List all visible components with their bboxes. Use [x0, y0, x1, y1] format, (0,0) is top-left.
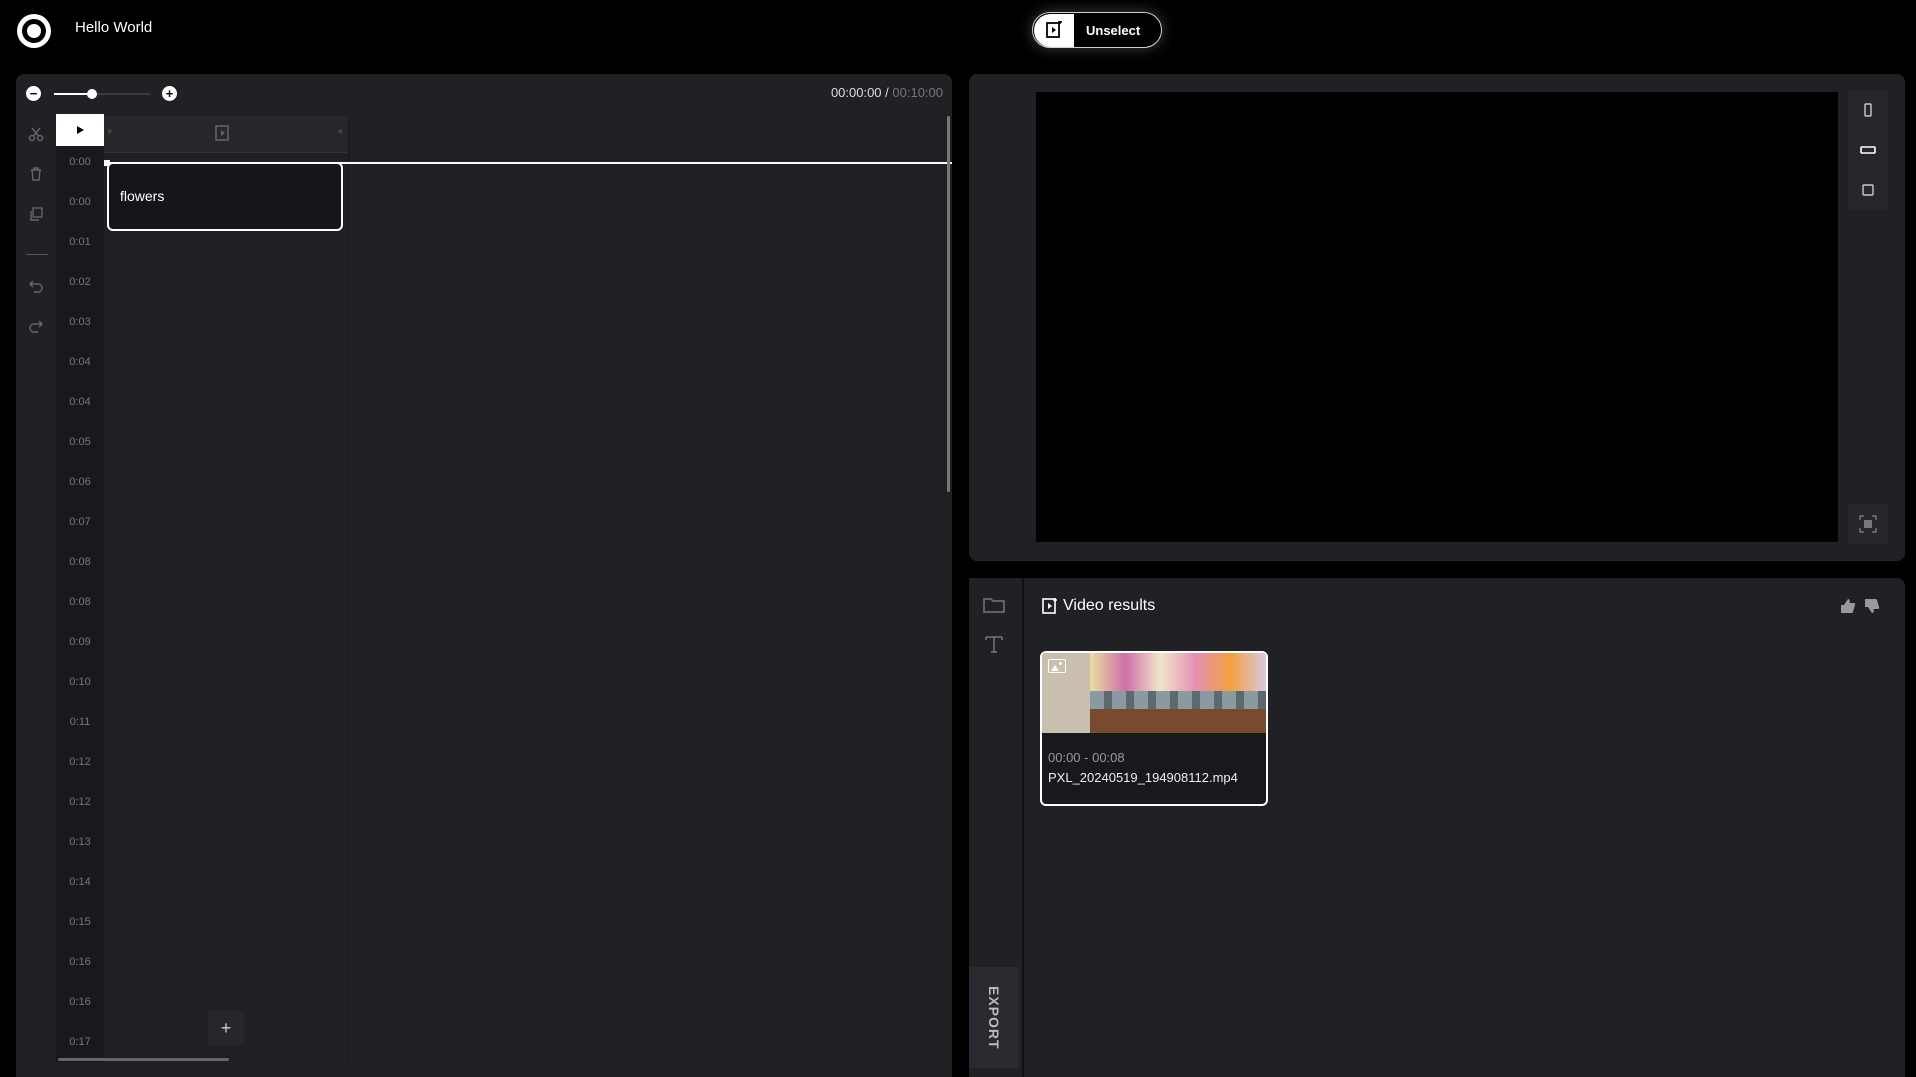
ruler-tick: 0:12 — [69, 756, 91, 768]
video-track-icon — [214, 124, 232, 147]
ruler-tick: 0:17 — [69, 1036, 91, 1048]
duplicate-icon[interactable] — [16, 194, 56, 234]
track-header: ▸ ◂ — [104, 116, 348, 153]
square-aspect-button[interactable] — [1848, 170, 1888, 210]
redo-icon[interactable] — [16, 306, 56, 346]
ruler-tick: 0:03 — [69, 316, 91, 328]
result-time-range: 00:00 - 00:08 — [1048, 750, 1125, 765]
trash-icon[interactable] — [16, 154, 56, 194]
folder-icon[interactable] — [983, 596, 1005, 619]
ruler-tick: 0:04 — [69, 396, 91, 408]
ruler-tick: 0:02 — [69, 276, 91, 288]
scissors-icon[interactable] — [16, 114, 56, 154]
portrait-aspect-button[interactable] — [1848, 90, 1888, 130]
ruler-tick: 0:04 — [69, 356, 91, 368]
ruler-tick: 0:10 — [69, 676, 91, 688]
ruler-tick: 0:09 — [69, 636, 91, 648]
track-collapse-icon[interactable]: ◂ — [337, 126, 342, 137]
video-select-icon — [1034, 13, 1074, 47]
landscape-aspect-button[interactable] — [1848, 130, 1888, 170]
image-icon — [1048, 659, 1066, 673]
thumbnail-flowers-region — [1090, 653, 1266, 691]
thumbnail-stand-region — [1090, 709, 1266, 733]
ruler-tick: 0:08 — [69, 596, 91, 608]
clip-label: flowers — [120, 188, 165, 204]
ruler-tick: 0:01 — [69, 236, 91, 248]
unselect-button[interactable]: Unselect — [1032, 12, 1162, 48]
ruler-tick: 0:11 — [69, 716, 91, 728]
export-label: EXPORT — [986, 985, 1002, 1050]
video-results-icon — [1041, 597, 1059, 620]
zoom-in-button[interactable]: + — [162, 86, 177, 101]
aspect-ratio-group — [1848, 90, 1888, 210]
landscape-icon — [1860, 146, 1876, 154]
vertical-scrollbar[interactable] — [947, 116, 950, 492]
results-title: Video results — [1063, 597, 1156, 614]
tool-divider — [26, 254, 48, 255]
ruler-tick: 0:15 — [69, 916, 91, 928]
ruler-tick: 0:16 — [69, 956, 91, 968]
thumbnail-buckets-region — [1090, 691, 1266, 709]
ruler-tick: 0:06 — [69, 476, 91, 488]
project-title: Hello World — [75, 19, 153, 36]
undo-icon[interactable] — [16, 266, 56, 306]
play-button[interactable] — [56, 114, 104, 146]
ruler-tick: 0:13 — [69, 836, 91, 848]
ruler-tick: 0:00 — [69, 196, 91, 208]
ruler-tick: 0:00 — [69, 156, 91, 168]
tool-column — [16, 114, 56, 1077]
portrait-icon — [1864, 103, 1872, 117]
square-icon — [1862, 184, 1874, 196]
app-logo[interactable] — [17, 14, 51, 48]
add-track-button[interactable]: + — [208, 1010, 244, 1046]
video-thumbnail — [1042, 653, 1266, 733]
current-time: 00:00:00 — [830, 85, 882, 100]
ruler-tick: 0:05 — [69, 436, 91, 448]
fullscreen-button[interactable] — [1848, 504, 1888, 544]
horizontal-scrollbar[interactable] — [58, 1058, 229, 1061]
ruler-tick: 0:12 — [69, 796, 91, 808]
video-preview[interactable] — [1036, 92, 1838, 542]
time-separator: / — [881, 85, 893, 100]
time-ruler[interactable]: 0:00 0:00 0:01 0:02 0:03 0:04 0:04 0:05 0:06 0:07… — [56, 114, 104, 1063]
ruler-tick: 0:14 — [69, 876, 91, 888]
ruler-tick: 0:16 — [69, 996, 91, 1008]
time-readout: 00:00:00 / 00:10:00 — [831, 85, 943, 100]
fullscreen-icon — [1859, 515, 1877, 533]
result-filename: PXL_20240519_194908112.mp4 — [1048, 770, 1238, 785]
export-button[interactable]: EXPORT — [969, 967, 1019, 1068]
unselect-label: Unselect — [1086, 22, 1141, 38]
text-tool-icon[interactable] — [983, 634, 1005, 659]
thumbs-down-icon[interactable] — [1863, 597, 1881, 620]
ruler-tick: 0:08 — [69, 556, 91, 568]
total-time: 00:10:00 — [892, 85, 943, 100]
track-column[interactable] — [104, 116, 349, 1063]
play-icon — [77, 126, 84, 134]
ruler-tick: 0:07 — [69, 516, 91, 528]
thumbs-up-icon[interactable] — [1839, 597, 1857, 620]
zoom-out-button[interactable]: − — [26, 86, 41, 101]
track-expand-icon[interactable]: ▸ — [108, 126, 113, 137]
